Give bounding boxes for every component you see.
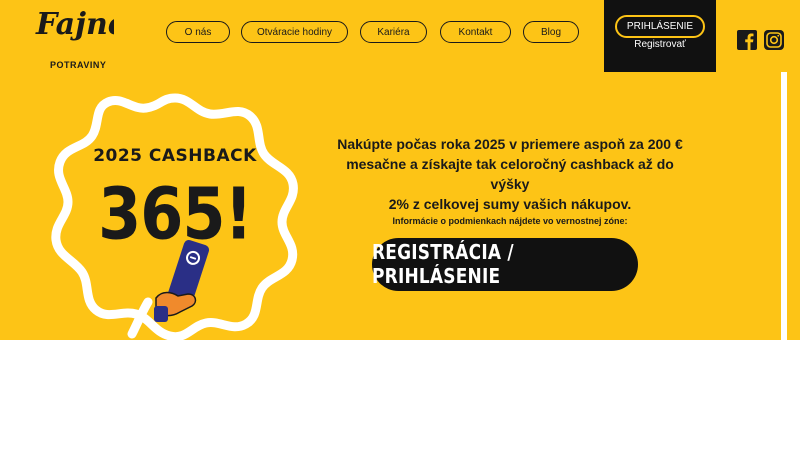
logo-wordmark: Fajne xyxy=(35,7,114,42)
hero-banner: 2025 CASHBACK 365! Nakúpte počas roka 20… xyxy=(0,72,781,342)
nav-item-o-nas[interactable]: O nás xyxy=(166,21,230,43)
loyalty-note: Informácie o podmienkach nájdete vo vern… xyxy=(392,216,628,226)
login-button[interactable]: PRIHLÁSENIE xyxy=(615,15,705,38)
nav-item-kontakt[interactable]: Kontakt xyxy=(440,21,511,43)
header: Fajne POTRAVINY O nás Otváracie hodiny K… xyxy=(0,0,800,72)
promo-line-1: Nakúpte počas roka 2025 v priemere aspoň… xyxy=(337,136,683,152)
hero-edge xyxy=(787,72,800,340)
promo-text: Nakúpte počas roka 2025 v priemere aspoň… xyxy=(330,134,690,214)
page: Fajne POTRAVINY O nás Otváracie hodiny K… xyxy=(0,0,800,450)
logo[interactable]: Fajne POTRAVINY xyxy=(34,0,124,72)
instagram-icon[interactable] xyxy=(764,30,784,50)
cashback-badge[interactable]: 2025 CASHBACK 365! xyxy=(50,90,300,342)
register-link[interactable]: Registrovať xyxy=(604,39,716,50)
nav-item-otvaracie-hodiny[interactable]: Otváracie hodiny xyxy=(241,21,348,43)
nav-item-kariera[interactable]: Kariéra xyxy=(360,21,427,43)
nav-item-blog[interactable]: Blog xyxy=(523,21,579,43)
hand-card-illustration xyxy=(154,239,210,322)
register-login-button[interactable]: REGISTRÁCIA / PRIHLÁSENIE xyxy=(372,238,638,291)
svg-text:Fajne: Fajne xyxy=(35,7,114,42)
logo-tagline: POTRAVINY xyxy=(50,60,107,70)
facebook-icon[interactable] xyxy=(737,30,757,50)
promo-line-3: 2% z celkovej sumy vašich nákupov. xyxy=(388,196,632,212)
promo-line-2: mesačne a získajte tak celoročný cashbac… xyxy=(346,156,674,192)
badge-title: 2025 CASHBACK xyxy=(93,146,257,166)
register-login-label: REGISTRÁCIA / PRIHLÁSENIE xyxy=(372,240,514,289)
account-box: PRIHLÁSENIE Registrovať xyxy=(604,0,716,72)
content-area xyxy=(0,340,800,450)
